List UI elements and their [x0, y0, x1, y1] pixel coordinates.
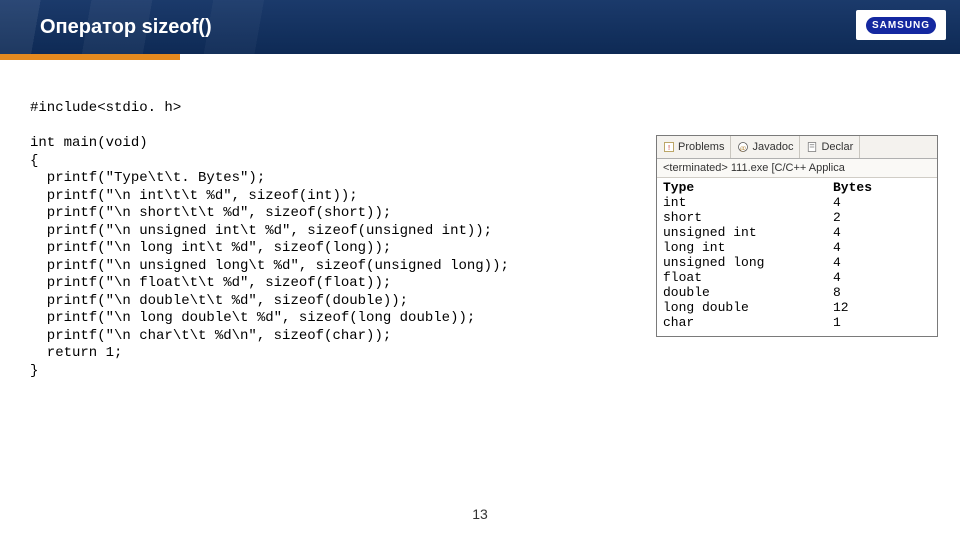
cell-type: short [663, 210, 833, 225]
tab-label: Declar [821, 141, 853, 153]
accent-bar [0, 54, 180, 60]
tab-declar[interactable]: Declar [800, 136, 860, 158]
svg-text:@: @ [740, 145, 746, 152]
cell-type: long int [663, 240, 833, 255]
table-row: long int4 [663, 240, 931, 255]
samsung-logo: SAMSUNG [856, 10, 946, 40]
table-row: unsigned long4 [663, 255, 931, 270]
samsung-logo-text: SAMSUNG [866, 17, 936, 34]
cell-bytes: 1 [833, 315, 893, 330]
table-row: float4 [663, 270, 931, 285]
tab-problems[interactable]: ! Problems [657, 136, 731, 158]
output-panel: ! Problems @ Javadoc Declar <terminated> 111… [656, 135, 938, 337]
output-table-header: Type Bytes [663, 180, 931, 195]
problems-icon: ! [663, 141, 675, 153]
cell-type: char [663, 315, 833, 330]
cell-bytes: 4 [833, 225, 893, 240]
cell-type: unsigned int [663, 225, 833, 240]
cell-type: double [663, 285, 833, 300]
slide-title: Оператор sizeof() [0, 16, 212, 39]
cell-bytes: 4 [833, 195, 893, 210]
output-table: Type Bytes int4short2unsigned int4long i… [657, 178, 937, 336]
tab-javadoc[interactable]: @ Javadoc [731, 136, 800, 158]
output-tabs: ! Problems @ Javadoc Declar [657, 136, 937, 159]
col-header-bytes: Bytes [833, 180, 893, 195]
table-row: unsigned int4 [663, 225, 931, 240]
cell-bytes: 4 [833, 240, 893, 255]
cell-bytes: 4 [833, 270, 893, 285]
cell-bytes: 4 [833, 255, 893, 270]
col-header-type: Type [663, 180, 833, 195]
cell-type: int [663, 195, 833, 210]
table-row: short2 [663, 210, 931, 225]
cell-type: long double [663, 300, 833, 315]
table-row: char1 [663, 315, 931, 330]
table-row: int4 [663, 195, 931, 210]
javadoc-icon: @ [737, 141, 749, 153]
svg-text:!: ! [668, 143, 670, 152]
table-row: double8 [663, 285, 931, 300]
tab-label: Problems [678, 141, 724, 153]
tab-label: Javadoc [752, 141, 793, 153]
cell-type: float [663, 270, 833, 285]
cell-bytes: 8 [833, 285, 893, 300]
slide-header: Оператор sizeof() SAMSUNG [0, 0, 960, 54]
page-number: 13 [0, 506, 960, 522]
cell-bytes: 12 [833, 300, 893, 315]
terminated-label: <terminated> 111.exe [C/C++ Applica [657, 159, 937, 178]
table-row: long double12 [663, 300, 931, 315]
cell-bytes: 2 [833, 210, 893, 225]
declaration-icon [806, 141, 818, 153]
cell-type: unsigned long [663, 255, 833, 270]
